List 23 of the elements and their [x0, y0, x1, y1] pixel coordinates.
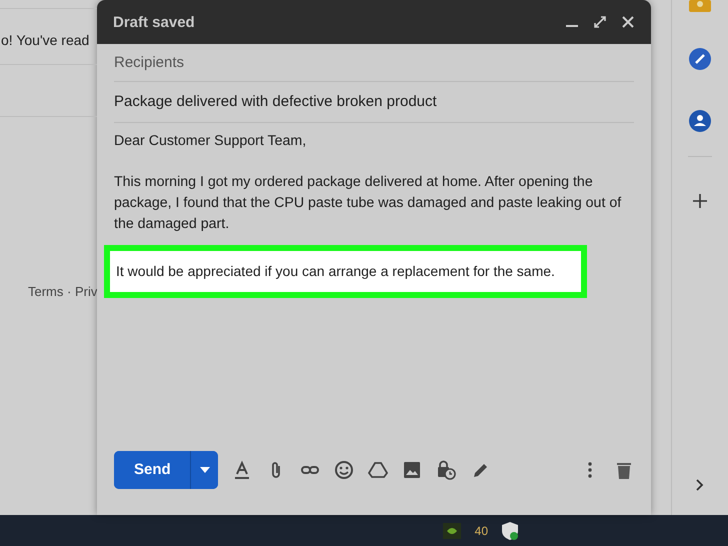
subject-field[interactable]: Package delivered with defective broken product — [114, 82, 634, 123]
message-snippet: o! You've read — [1, 32, 90, 48]
image-icon[interactable] — [402, 460, 422, 480]
add-icon[interactable] — [692, 193, 708, 209]
lock-clock-icon[interactable] — [436, 460, 456, 480]
recipients-field[interactable]: Recipients — [114, 44, 634, 82]
body-paragraph: Dear Customer Support Team, — [114, 132, 308, 151]
tasks-icon[interactable] — [689, 48, 711, 70]
shield-icon[interactable] — [502, 522, 518, 540]
expand-icon[interactable] — [593, 15, 607, 29]
trash-icon[interactable] — [614, 460, 634, 480]
chevron-right-icon[interactable] — [695, 478, 705, 492]
contact-icon[interactable] — [689, 110, 711, 132]
caret-icon — [200, 467, 210, 473]
footer-links[interactable]: Terms · Priv — [28, 284, 97, 299]
gpu-tray-icon[interactable] — [442, 522, 461, 538]
tray-reading: 40 — [474, 524, 488, 538]
close-icon[interactable] — [621, 15, 635, 29]
body-paragraph: This morning I got my ordered package delivered at home. After opening the package, I found that the CPU paste tube was damaged and paste leaking out of the damaged part. — [114, 173, 622, 234]
window-title: Draft saved — [113, 14, 196, 30]
text-format-icon[interactable] — [232, 460, 252, 480]
smiley-icon[interactable] — [334, 460, 354, 480]
send-options-button[interactable] — [190, 451, 218, 489]
